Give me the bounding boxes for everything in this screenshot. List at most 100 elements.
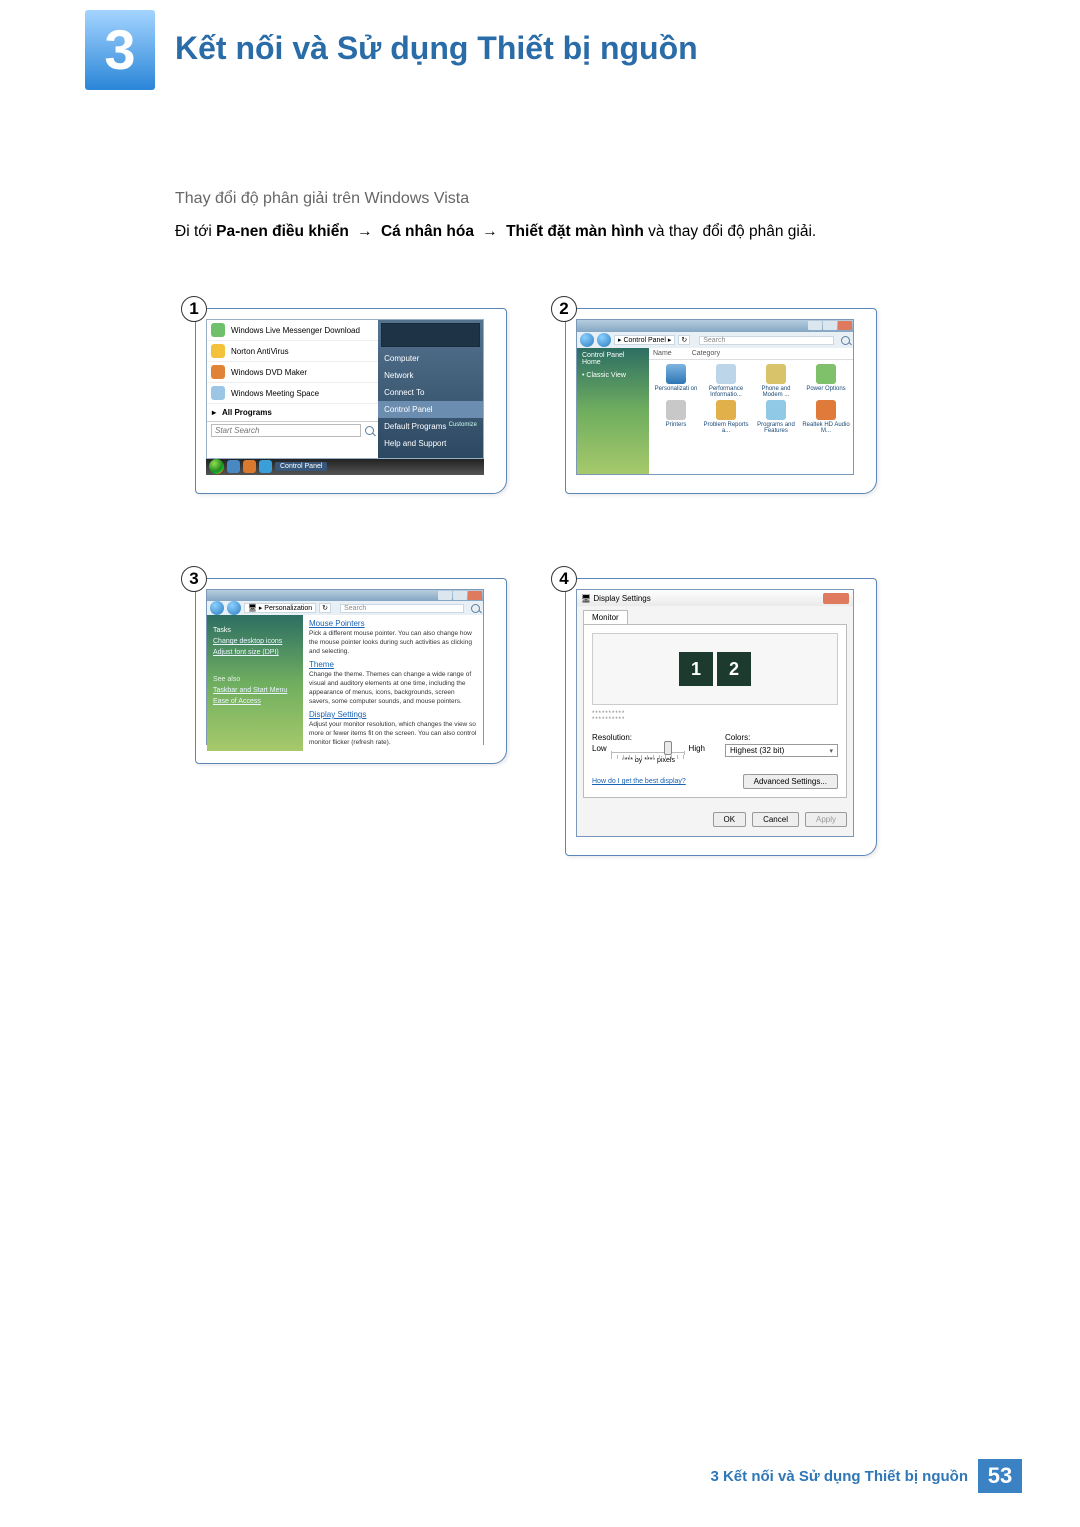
start-menu-item[interactable]: Windows Live Messenger Download <box>207 320 378 341</box>
forward-button[interactable] <box>597 333 611 347</box>
cp-item-realtek[interactable]: Realtek HD Audio M... <box>801 400 851 434</box>
taskbar-app-icon[interactable] <box>243 460 256 473</box>
back-button[interactable] <box>580 333 594 347</box>
messenger-icon <box>211 323 225 337</box>
help-link[interactable]: How do I get the best display? <box>592 778 686 785</box>
cancel-button[interactable]: Cancel <box>752 812 799 827</box>
taskbar-button[interactable]: Control Panel <box>275 462 327 471</box>
task-adjust-font-size[interactable]: Adjust font size (DPI) <box>213 649 297 656</box>
dialog-titlebar: 🖥 Display Settings <box>577 590 853 606</box>
taskbar-ie-icon[interactable] <box>227 460 240 473</box>
places-help[interactable]: Help and Support <box>378 435 483 452</box>
dropdown-value: Highest (32 bit) <box>730 746 784 755</box>
minimize-button[interactable] <box>808 321 822 330</box>
cp-item-power[interactable]: Power Options <box>801 364 851 398</box>
forward-button[interactable] <box>227 601 241 615</box>
instruction-line: Đi tới Pa-nen điều khiển → Cá nhân hóa →… <box>175 220 955 244</box>
tab-monitor[interactable]: Monitor <box>583 610 628 624</box>
link-mouse-pointers[interactable]: Mouse Pointers <box>309 619 477 628</box>
cp-item-phone-modem[interactable]: Phone and Modem ... <box>751 364 801 398</box>
instr-post: và thay đổi độ phân giải. <box>644 223 816 240</box>
figure-frame: Windows Live Messenger Download Norton A… <box>195 308 507 494</box>
colors-group: Colors: Highest (32 bit) <box>725 733 838 764</box>
tasks-sidebar: Tasks Change desktop icons Adjust font s… <box>207 615 303 751</box>
customize-hint: Customize <box>449 422 477 428</box>
program-label: Windows Meeting Space <box>231 389 319 398</box>
start-search-input[interactable] <box>211 424 361 437</box>
arrow-icon: → <box>349 223 381 240</box>
start-menu-item[interactable]: Windows Meeting Space <box>207 383 378 404</box>
chevron-right-icon: ▸ <box>212 408 216 417</box>
desc-display-settings: Adjust your monitor resolution, which ch… <box>309 720 477 747</box>
link-display-settings[interactable]: Display Settings <box>309 710 477 719</box>
cp-item-programs-features[interactable]: Programs and Features <box>751 400 801 434</box>
step-badge-3: 3 <box>181 566 207 592</box>
monitor-2[interactable]: 2 <box>717 652 751 686</box>
start-orb-icon[interactable] <box>209 459 224 474</box>
places-control-panel[interactable]: Control Panel <box>378 401 483 418</box>
sidebar-home[interactable]: Control Panel Home <box>582 352 644 366</box>
resolution-group: Resolution: Low High **** by **** pixels <box>592 733 705 764</box>
apply-button[interactable]: Apply <box>805 812 847 827</box>
refresh-button[interactable]: ↻ <box>678 335 690 345</box>
resolution-slider[interactable]: Low High <box>592 744 705 753</box>
crumb-label: Control Panel <box>623 337 665 344</box>
slider-track[interactable] <box>611 745 685 753</box>
window-titlebar <box>577 320 853 332</box>
search-box[interactable]: Search <box>699 336 834 345</box>
figure-frame: 🖥 Display Settings Monitor 1 2 *********… <box>565 578 877 856</box>
places-connect[interactable]: Connect To <box>378 384 483 401</box>
start-menu-item[interactable]: Norton AntiVirus <box>207 341 378 362</box>
places-default-programs[interactable]: Default ProgramsCustomize <box>378 418 483 435</box>
places-computer[interactable]: Computer <box>378 350 483 367</box>
link-taskbar-start-menu[interactable]: Taskbar and Start Menu <box>213 687 297 694</box>
minimize-button[interactable] <box>438 591 452 600</box>
monitor-preview[interactable]: 1 2 <box>592 633 838 705</box>
figure-1: 1 Windows Live Messenger Download Norton… <box>175 290 535 500</box>
start-menu-places: Computer Network Connect To Control Pane… <box>378 320 483 458</box>
flag-icon <box>716 400 736 420</box>
footer-chapter-ref: 3 Kết nối và Sử dụng Thiết bị nguồn <box>710 1468 968 1485</box>
start-menu-item[interactable]: Windows DVD Maker <box>207 362 378 383</box>
cp-item-printers[interactable]: Printers <box>651 400 701 434</box>
search-box[interactable]: Search <box>340 604 464 613</box>
task-change-desktop-icons[interactable]: Change desktop icons <box>213 638 297 645</box>
cp-item-personalization[interactable]: Personalizati on <box>651 364 701 398</box>
sidebar-classic-view[interactable]: • Classic View <box>582 372 644 379</box>
advanced-settings-button[interactable]: Advanced Settings... <box>743 774 838 789</box>
instr-b2: Cá nhân hóa <box>381 223 474 240</box>
arrow-icon: → <box>474 223 506 240</box>
tab-strip: Monitor <box>577 606 853 624</box>
cp-item-performance[interactable]: Performance Informatio... <box>701 364 751 398</box>
taskbar-explorer-icon[interactable] <box>259 460 272 473</box>
col-category[interactable]: Category <box>692 350 720 357</box>
breadcrumb[interactable]: 🖥 ▸ Personalization <box>244 603 316 613</box>
explorer-nav-bar: 🖥 ▸ Personalization ↻ Search <box>207 601 483 615</box>
monitor-1[interactable]: 1 <box>679 652 713 686</box>
places-network[interactable]: Network <box>378 367 483 384</box>
personalization-icon <box>666 364 686 384</box>
back-button[interactable] <box>210 601 224 615</box>
col-name[interactable]: Name <box>653 350 672 357</box>
link-theme[interactable]: Theme <box>309 660 477 669</box>
all-programs[interactable]: ▸All Programs <box>207 404 378 421</box>
meeting-icon <box>211 386 225 400</box>
maximize-button[interactable] <box>823 321 837 330</box>
resolution-label: Resolution: <box>592 733 705 742</box>
close-button[interactable] <box>838 321 852 330</box>
link-ease-of-access[interactable]: Ease of Access <box>213 698 297 705</box>
label: Default Programs <box>384 422 446 431</box>
refresh-button[interactable]: ↻ <box>319 603 331 613</box>
phone-icon <box>766 364 786 384</box>
close-button[interactable] <box>468 591 482 600</box>
start-menu-programs: Windows Live Messenger Download Norton A… <box>207 320 378 458</box>
figure-4: 4 🖥 Display Settings Monitor 1 2 <box>545 560 905 870</box>
ok-button[interactable]: OK <box>713 812 747 827</box>
breadcrumb[interactable]: ▸ Control Panel ▸ <box>614 335 675 345</box>
colors-dropdown[interactable]: Highest (32 bit) <box>725 744 838 757</box>
close-button[interactable] <box>823 593 849 604</box>
slider-thumb[interactable] <box>664 741 672 755</box>
cp-item-problem-reports[interactable]: Problem Reports a... <box>701 400 751 434</box>
instr-b1: Pa-nen điều khiển <box>216 223 349 240</box>
maximize-button[interactable] <box>453 591 467 600</box>
